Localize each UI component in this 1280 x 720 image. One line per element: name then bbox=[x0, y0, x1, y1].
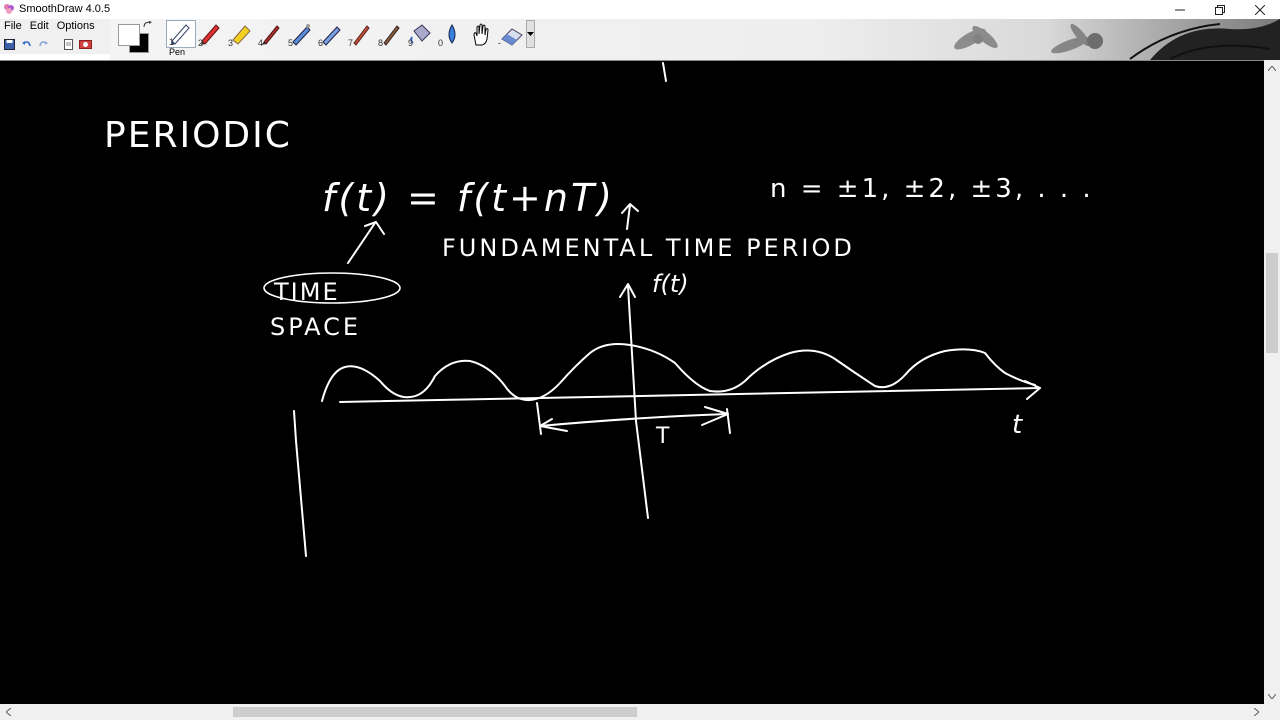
horizontal-scroll-thumb[interactable] bbox=[233, 707, 637, 717]
y-axis bbox=[627, 285, 649, 519]
heading-periodic: PERIODIC bbox=[104, 115, 292, 156]
color-swatches bbox=[115, 21, 155, 53]
tool-fill[interactable]: 9 bbox=[406, 20, 436, 48]
chevron-down-icon bbox=[1268, 693, 1276, 699]
stray-mark bbox=[662, 62, 667, 82]
tool-shortcut-number: 0 bbox=[438, 38, 444, 48]
app-icon bbox=[4, 4, 14, 14]
chevron-down-icon bbox=[527, 31, 534, 36]
decorative-floral-pattern bbox=[954, 19, 1280, 60]
period-span-line bbox=[539, 413, 729, 427]
tool-chalk[interactable]: 7 bbox=[346, 20, 376, 48]
restore-button[interactable] bbox=[1200, 0, 1240, 19]
drawing-canvas[interactable]: PERIODIC f(t) = f(t+nT) n = ±1, ±2, ±3, … bbox=[0, 60, 1264, 704]
tool-water-drop[interactable]: 0 bbox=[436, 20, 466, 48]
close-icon bbox=[1255, 4, 1265, 15]
x-axis-label: t bbox=[1012, 410, 1023, 440]
tool-shortcut-number: 8 bbox=[378, 38, 384, 48]
x-axis bbox=[339, 387, 1041, 403]
vertical-scrollbar[interactable] bbox=[1264, 60, 1280, 704]
foreground-color-swatch[interactable] bbox=[118, 24, 140, 46]
tool-shortcut-number: 7 bbox=[348, 38, 354, 48]
hand-icon bbox=[473, 23, 489, 46]
tool-shortcut-number: 9 bbox=[408, 38, 414, 48]
handwritten-drawing: PERIODIC f(t) = f(t+nT) n = ±1, ±2, ±3, … bbox=[104, 62, 1094, 557]
swap-colors-icon[interactable] bbox=[143, 21, 153, 29]
menu-options[interactable]: Options bbox=[53, 19, 99, 34]
time-arrow bbox=[347, 221, 385, 264]
n-values: n = ±1, ±2, ±3, . . . bbox=[770, 174, 1094, 204]
period-right-bar bbox=[726, 408, 731, 434]
tool-marker[interactable]: 6 bbox=[316, 20, 346, 48]
close-button[interactable] bbox=[1240, 0, 1280, 19]
chevron-right-icon bbox=[1253, 708, 1259, 716]
undo-icon[interactable] bbox=[20, 38, 33, 51]
period-arrow bbox=[621, 203, 639, 230]
time-label: TIME bbox=[273, 278, 340, 306]
tool-shortcut-number: - bbox=[498, 38, 501, 48]
period-right-arrowhead bbox=[701, 406, 729, 426]
selected-tool-caption: Pen bbox=[169, 47, 186, 57]
window-title: SmoothDraw 4.0.5 bbox=[19, 3, 111, 15]
y-axis-label: f(t) bbox=[652, 270, 689, 298]
clear-icon[interactable] bbox=[79, 38, 92, 51]
menu-file[interactable]: File bbox=[0, 19, 26, 34]
minimize-icon bbox=[1175, 9, 1185, 10]
tool-palette-dropdown[interactable] bbox=[526, 20, 535, 48]
tool-shortcut-number: 6 bbox=[318, 38, 324, 48]
title-bar: SmoothDraw 4.0.5 bbox=[0, 0, 1280, 19]
period-label: T bbox=[655, 424, 670, 449]
eraser-icon bbox=[501, 28, 523, 46]
chevron-left-icon bbox=[5, 708, 11, 716]
tool-shortcut-number: 3 bbox=[228, 38, 234, 48]
tool-shortcut-number: 2 bbox=[198, 38, 204, 48]
tool-charcoal[interactable]: 8 bbox=[376, 20, 406, 48]
tool-brush[interactable]: 4 bbox=[256, 20, 286, 48]
fundamental-time-period-label: FUNDAMENTAL TIME PERIOD bbox=[442, 234, 855, 262]
scroll-up-arrow[interactable] bbox=[1264, 60, 1280, 76]
tool-pen[interactable]: 1 bbox=[166, 20, 196, 48]
periodic-waveform bbox=[321, 343, 1036, 402]
scrollbar-corner bbox=[1264, 704, 1280, 720]
scroll-down-arrow[interactable] bbox=[1264, 688, 1280, 704]
redo-icon[interactable] bbox=[37, 38, 50, 51]
tool-shortcut-number: 5 bbox=[288, 38, 294, 48]
tool-shortcut-number: 1 bbox=[169, 37, 175, 47]
left-vertical-line bbox=[293, 410, 307, 557]
chevron-up-icon bbox=[1268, 65, 1276, 71]
equation: f(t) = f(t+nT) bbox=[322, 176, 615, 220]
save-icon[interactable] bbox=[3, 38, 16, 51]
period-left-bar bbox=[536, 402, 542, 435]
new-layer-icon[interactable] bbox=[62, 38, 75, 51]
tool-highlighter[interactable]: 3 bbox=[226, 20, 256, 48]
menu-edit[interactable]: Edit bbox=[26, 19, 53, 34]
quick-actions-bar bbox=[0, 34, 110, 54]
space-label: SPACE bbox=[270, 313, 361, 341]
minimize-button[interactable] bbox=[1160, 0, 1200, 19]
scroll-left-arrow[interactable] bbox=[0, 704, 16, 720]
tool-shortcut-number: 4 bbox=[258, 38, 264, 48]
tool-eraser[interactable]: - bbox=[496, 20, 526, 48]
restore-icon bbox=[1215, 4, 1225, 15]
menu-bar: File Edit Options bbox=[0, 19, 110, 34]
tool-airbrush[interactable]: 5 bbox=[286, 20, 316, 48]
scroll-right-arrow[interactable] bbox=[1248, 704, 1264, 720]
tool-pencil[interactable]: 2 bbox=[196, 20, 226, 48]
tool-palette: 1 2 3 4 5 6 7 8 9 0 - bbox=[166, 20, 526, 50]
vertical-scroll-thumb[interactable] bbox=[1266, 253, 1278, 353]
horizontal-scrollbar[interactable] bbox=[0, 704, 1264, 720]
tool-hand[interactable] bbox=[466, 20, 496, 48]
